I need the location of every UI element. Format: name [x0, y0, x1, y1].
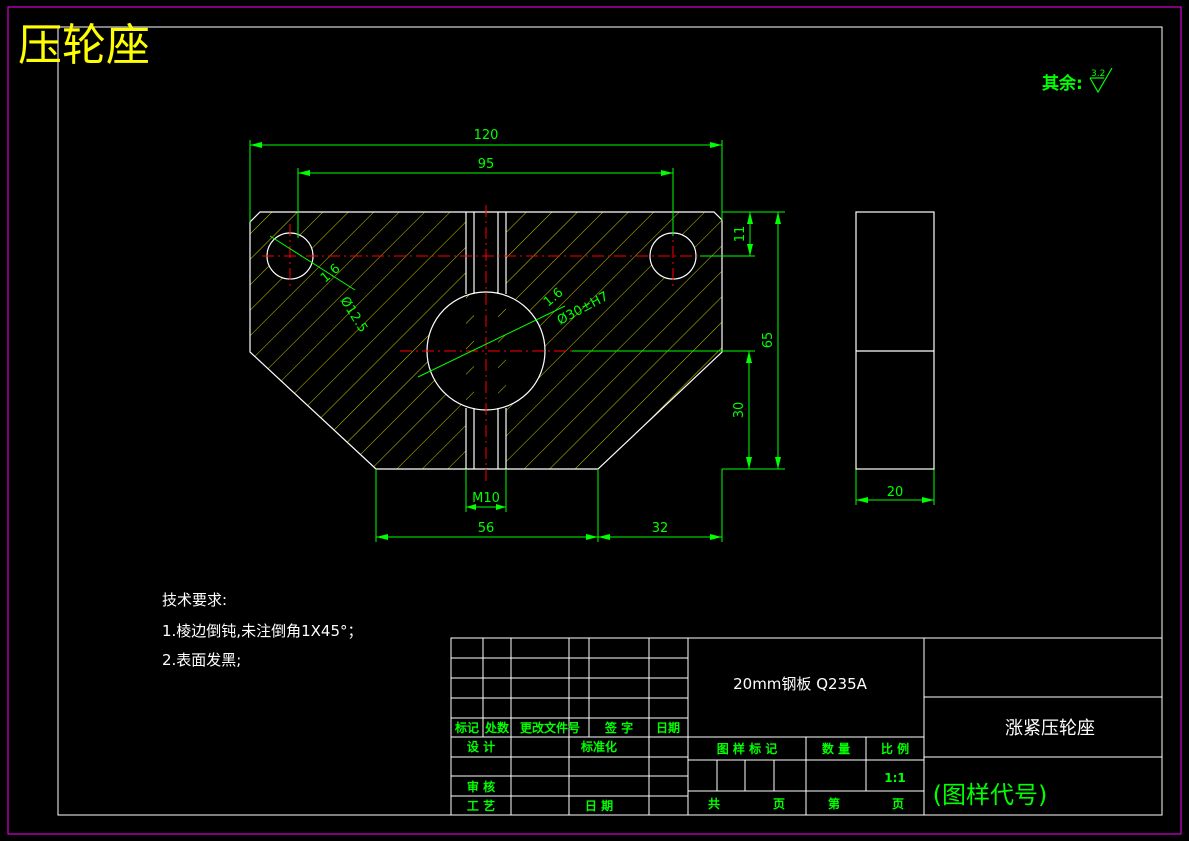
tb-sheji: 设 计: [467, 739, 495, 754]
dim-95: 95: [478, 157, 495, 172]
dim-m10: M10: [472, 491, 500, 506]
material-text: 20mm钢板 Q235A: [733, 675, 868, 693]
tech-heading: 技术要求:: [162, 591, 227, 609]
tb-genggai: 更改文件号: [520, 720, 580, 735]
tb-ye2: 页: [892, 797, 904, 811]
dim-30: 30: [732, 402, 747, 419]
drawing-canvas: 压轮座 其余: 3.2 120 95 11 65 30 56 32 M10 Ø1…: [7, 6, 1182, 835]
tb-gongyi: 工 艺: [467, 798, 495, 813]
tb-tuyang: 图 样 标 记: [717, 741, 778, 756]
dim-120: 120: [474, 128, 499, 143]
drawing-code: (图样代号): [933, 781, 1048, 809]
dim-32: 32: [652, 521, 669, 536]
tb-riqi2: 日 期: [585, 798, 613, 813]
tb-bili: 比 例: [881, 741, 909, 756]
tb-di: 第: [828, 796, 840, 811]
tb-scale: 1:1: [884, 771, 906, 785]
tb-gong: 共: [708, 796, 720, 811]
surface-roughness-note: 其余: 3.2: [1042, 67, 1113, 94]
dim-56: 56: [478, 521, 495, 536]
part-name: 涨紧压轮座: [1005, 718, 1095, 739]
surface-note-label: 其余:: [1042, 73, 1083, 94]
tb-riqi: 日期: [656, 720, 680, 735]
tb-chushu: 处数: [484, 720, 510, 735]
tb-biaoji: 标记: [454, 720, 479, 735]
dim-20: 20: [887, 485, 904, 500]
dim-65: 65: [761, 332, 776, 349]
tb-ye1: 页: [773, 797, 785, 811]
dim-11: 11: [733, 226, 748, 243]
side-view: [855, 211, 935, 470]
tb-qianzi: 签 字: [604, 720, 633, 735]
tech-line-2: 2.表面发黑;: [162, 651, 241, 669]
tech-line-1: 1.棱边倒钝,未注倒角1X45°；: [162, 622, 363, 640]
tb-shuliang: 数 量: [822, 741, 850, 756]
drawing-title: 压轮座: [18, 20, 150, 71]
tech-requirements: 技术要求: 1.棱边倒钝,未注倒角1X45°； 2.表面发黑;: [162, 591, 363, 669]
tb-shenhe: 审 核: [467, 779, 495, 794]
tb-biaozhunhua: 标准化: [580, 739, 617, 754]
